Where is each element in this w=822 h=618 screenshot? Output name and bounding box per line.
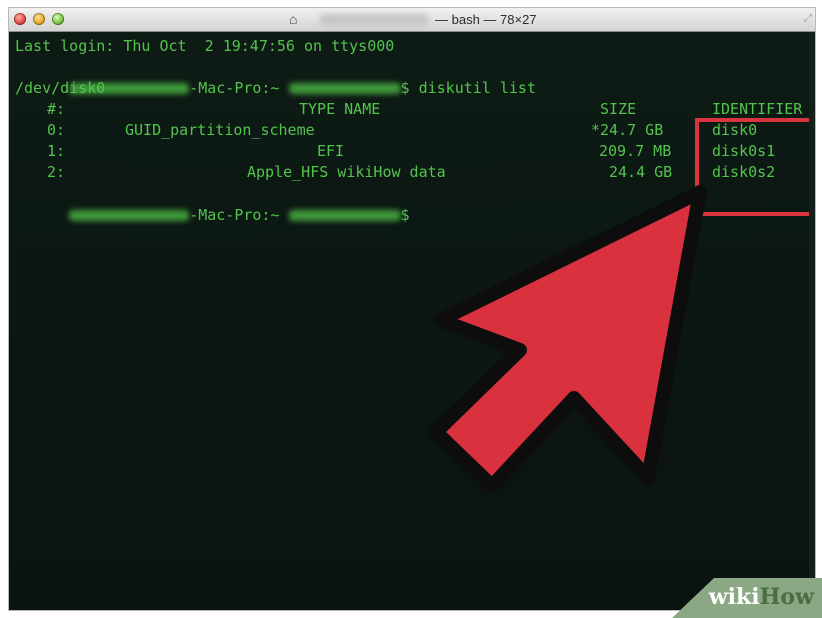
- redacted-hostname: [69, 210, 190, 221]
- prompt-end: $: [400, 206, 410, 224]
- minimize-button[interactable]: [33, 13, 45, 25]
- row-size: 24.4 GB: [609, 163, 673, 181]
- prompt-line-2: -Mac-Pro:~ $: [15, 184, 410, 224]
- row-num: 0:: [47, 121, 66, 139]
- redacted-user: [288, 210, 401, 221]
- title-bar[interactable]: ⌂ — bash — 78×27 ⤢: [9, 8, 815, 32]
- terminal-content[interactable]: Last login: Thu Oct 2 19:47:56 on ttys00…: [9, 32, 815, 610]
- header-size: SIZE: [600, 100, 637, 118]
- resize-icon[interactable]: ⤢: [804, 13, 812, 24]
- row-type-name: GUID_partition_scheme: [125, 121, 315, 139]
- redacted-user: [288, 83, 401, 94]
- close-button[interactable]: [14, 13, 26, 25]
- last-login-line: Last login: Thu Oct 2 19:47:56 on ttys00…: [15, 37, 395, 55]
- home-icon: ⌂: [289, 11, 298, 27]
- redacted-username: [320, 14, 428, 26]
- row-size: *24.7 GB: [591, 121, 664, 139]
- scrollbar[interactable]: [809, 32, 815, 610]
- row-type-name: Apple_HFS wikiHow data: [247, 163, 446, 181]
- watermark-text: wikiHow: [708, 584, 814, 610]
- table-header: #: TYPE NAME SIZE IDENTIFIER: [15, 99, 815, 120]
- row-size: 209.7 MB: [599, 142, 672, 160]
- row-num: 1:: [47, 142, 66, 160]
- command-text: $ diskutil list: [400, 79, 536, 97]
- device-line: /dev/disk0: [15, 79, 106, 97]
- identifier-highlight-box: [695, 118, 815, 216]
- row-num: 2:: [47, 163, 66, 181]
- zoom-button[interactable]: [52, 13, 64, 25]
- header-type-name: TYPE NAME: [299, 100, 381, 118]
- window-title: — bash — 78×27: [435, 12, 537, 27]
- row-type-name: EFI: [317, 142, 345, 160]
- terminal-window: ⌂ — bash — 78×27 ⤢ Last login: Thu Oct 2…: [9, 8, 815, 610]
- header-identifier: IDENTIFIER: [712, 100, 803, 118]
- prompt-host-suffix: -Mac-Pro:~: [189, 79, 280, 97]
- header-num: #:: [47, 100, 66, 118]
- prompt-line-1: -Mac-Pro:~ $ diskutil list: [15, 57, 536, 97]
- prompt-host-suffix: -Mac-Pro:~: [189, 206, 280, 224]
- wikihow-watermark: wikiHow: [672, 578, 822, 618]
